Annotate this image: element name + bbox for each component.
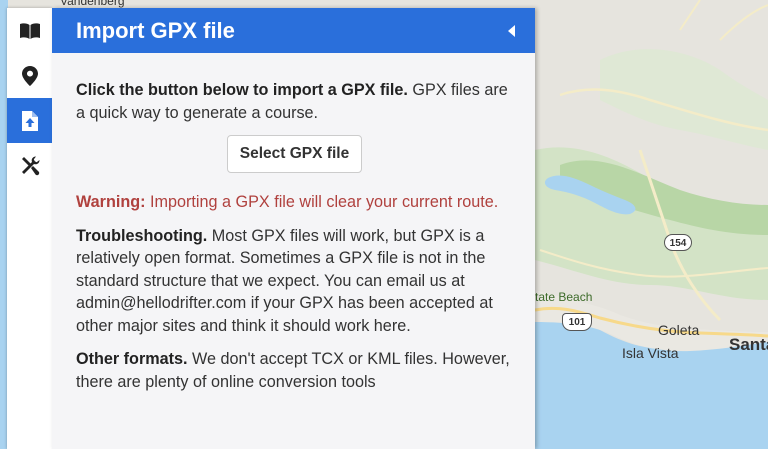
map-label-state-beach: tate Beach bbox=[535, 290, 593, 304]
panel-title: Import GPX file bbox=[76, 17, 235, 43]
map-label-vandenberg: Vandenberg bbox=[60, 0, 125, 8]
caret-left-icon bbox=[508, 24, 515, 37]
intro-paragraph: Click the button below to import a GPX f… bbox=[76, 79, 513, 124]
map-label-santa: Santa bbox=[729, 335, 768, 354]
troubleshooting-paragraph: Troubleshooting. Most GPX files will wor… bbox=[76, 225, 513, 338]
tools-icon bbox=[21, 156, 39, 175]
import-gpx-panel: Import GPX file Click the button below t… bbox=[52, 8, 535, 449]
book-icon bbox=[19, 22, 40, 39]
select-gpx-file-button[interactable]: Select GPX file bbox=[226, 135, 363, 173]
intro-bold-text: Click the button below to import a GPX f… bbox=[76, 81, 408, 99]
toolbar-location-button[interactable] bbox=[7, 53, 52, 98]
other-formats-label: Other formats. bbox=[76, 350, 188, 368]
toolbar-tools-button[interactable] bbox=[7, 143, 52, 188]
panel-body: Click the button below to import a GPX f… bbox=[52, 53, 535, 393]
other-formats-paragraph: Other formats. We don't accept TCX or KM… bbox=[76, 348, 513, 393]
troubleshooting-label: Troubleshooting. bbox=[76, 226, 208, 245]
toolbar-book-button[interactable] bbox=[7, 8, 52, 53]
warning-text: Importing a GPX file will clear your cur… bbox=[145, 193, 499, 211]
toolbar-import-button[interactable] bbox=[7, 98, 52, 143]
file-upload-icon bbox=[21, 110, 38, 131]
route-154-shield: 154 bbox=[664, 234, 692, 251]
route-101-shield: 101 bbox=[562, 313, 592, 331]
panel-header: Import GPX file bbox=[52, 8, 535, 53]
warning-paragraph: Warning: Importing a GPX file will clear… bbox=[76, 191, 513, 214]
collapse-panel-button[interactable] bbox=[503, 22, 521, 40]
map-pin-icon bbox=[21, 65, 38, 86]
map-label-isla-vista: Isla Vista bbox=[622, 345, 679, 361]
map-label-goleta: Goleta bbox=[658, 322, 700, 338]
sidebar-toolbar bbox=[7, 8, 52, 449]
warning-label: Warning: bbox=[76, 193, 146, 211]
